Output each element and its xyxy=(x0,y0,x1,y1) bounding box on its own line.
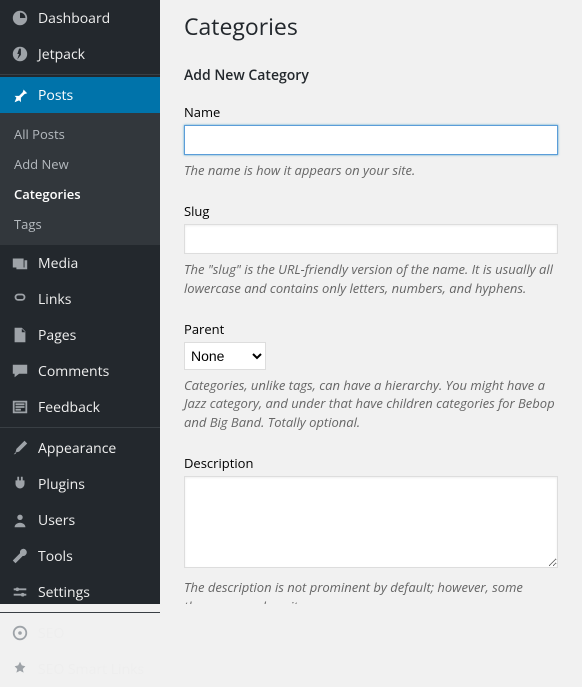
name-input[interactable] xyxy=(184,125,558,155)
posts-submenu: All Posts Add New Categories Tags xyxy=(0,113,160,245)
admin-sidebar: Dashboard Jetpack Posts All Posts Add Ne… xyxy=(0,0,160,604)
links-icon xyxy=(10,289,30,309)
wrench-icon xyxy=(10,546,30,566)
sidebar-label: Dashboard xyxy=(38,9,110,28)
sidebar-item-jetpack[interactable]: Jetpack xyxy=(0,36,160,72)
sidebar-label: Jetpack xyxy=(38,45,85,64)
sidebar-label: Appearance xyxy=(38,439,116,458)
sidebar-item-seo-smart[interactable]: SEO Smart Links xyxy=(0,651,160,687)
sidebar-label: SEO Smart Links xyxy=(38,660,144,679)
sidebar-item-users[interactable]: Users xyxy=(0,502,160,538)
comments-icon xyxy=(10,361,30,381)
slug-hint: The "slug" is the URL-friendly version o… xyxy=(184,260,558,298)
sidebar-label: Plugins xyxy=(38,475,85,494)
settings-icon xyxy=(10,582,30,602)
parent-hint: Categories, unlike tags, can have a hier… xyxy=(184,376,558,433)
sidebar-label: Media xyxy=(38,254,78,273)
parent-label: Parent xyxy=(184,320,558,338)
description-label: Description xyxy=(184,454,558,472)
seo-smart-icon xyxy=(10,659,30,679)
users-icon xyxy=(10,510,30,530)
submenu-all-posts[interactable]: All Posts xyxy=(0,119,160,149)
sidebar-label: SEO xyxy=(38,624,64,643)
sidebar-item-feedback[interactable]: Feedback xyxy=(0,389,160,425)
name-label: Name xyxy=(184,103,558,121)
sidebar-label: Comments xyxy=(38,362,109,381)
sidebar-item-pages[interactable]: Pages xyxy=(0,317,160,353)
sidebar-label: Feedback xyxy=(38,398,100,417)
sidebar-label: Tools xyxy=(38,547,73,566)
pin-icon xyxy=(10,85,30,105)
form-heading: Add New Category xyxy=(184,66,558,85)
page-title: Categories xyxy=(184,10,558,42)
brush-icon xyxy=(10,438,30,458)
sidebar-item-dashboard[interactable]: Dashboard xyxy=(0,0,160,36)
media-icon xyxy=(10,253,30,273)
sidebar-item-seo[interactable]: SEO xyxy=(0,615,160,651)
separator xyxy=(0,427,160,428)
field-description: Description The description is not promi… xyxy=(184,454,558,604)
field-name: Name The name is how it appears on your … xyxy=(184,103,558,180)
sidebar-item-tools[interactable]: Tools xyxy=(0,538,160,574)
sidebar-item-plugins[interactable]: Plugins xyxy=(0,466,160,502)
separator xyxy=(0,74,160,75)
description-hint: The description is not prominent by defa… xyxy=(184,578,558,604)
jetpack-icon xyxy=(10,44,30,64)
sidebar-item-posts[interactable]: Posts xyxy=(0,77,160,113)
sidebar-item-comments[interactable]: Comments xyxy=(0,353,160,389)
submenu-tags[interactable]: Tags xyxy=(0,209,160,239)
sidebar-label: Users xyxy=(38,511,75,530)
slug-input[interactable] xyxy=(184,224,558,254)
parent-select[interactable]: None xyxy=(184,342,266,370)
seo-icon xyxy=(10,623,30,643)
name-hint: The name is how it appears on your site. xyxy=(184,161,558,180)
sidebar-label: Settings xyxy=(38,583,90,602)
sidebar-item-appearance[interactable]: Appearance xyxy=(0,430,160,466)
sidebar-label: Posts xyxy=(38,86,73,105)
main-content: Categories Add New Category Name The nam… xyxy=(160,0,582,604)
sidebar-label: Pages xyxy=(38,326,76,345)
field-slug: Slug The "slug" is the URL-friendly vers… xyxy=(184,202,558,298)
plug-icon xyxy=(10,474,30,494)
slug-label: Slug xyxy=(184,202,558,220)
sidebar-item-settings[interactable]: Settings xyxy=(0,574,160,610)
description-textarea[interactable] xyxy=(184,476,558,568)
sidebar-item-links[interactable]: Links xyxy=(0,281,160,317)
feedback-icon xyxy=(10,397,30,417)
sidebar-item-media[interactable]: Media xyxy=(0,245,160,281)
field-parent: Parent None Categories, unlike tags, can… xyxy=(184,320,558,433)
submenu-categories[interactable]: Categories xyxy=(0,179,160,209)
dashboard-icon xyxy=(10,8,30,28)
pages-icon xyxy=(10,325,30,345)
separator xyxy=(0,612,160,613)
submenu-add-new[interactable]: Add New xyxy=(0,149,160,179)
sidebar-label: Links xyxy=(38,290,71,309)
